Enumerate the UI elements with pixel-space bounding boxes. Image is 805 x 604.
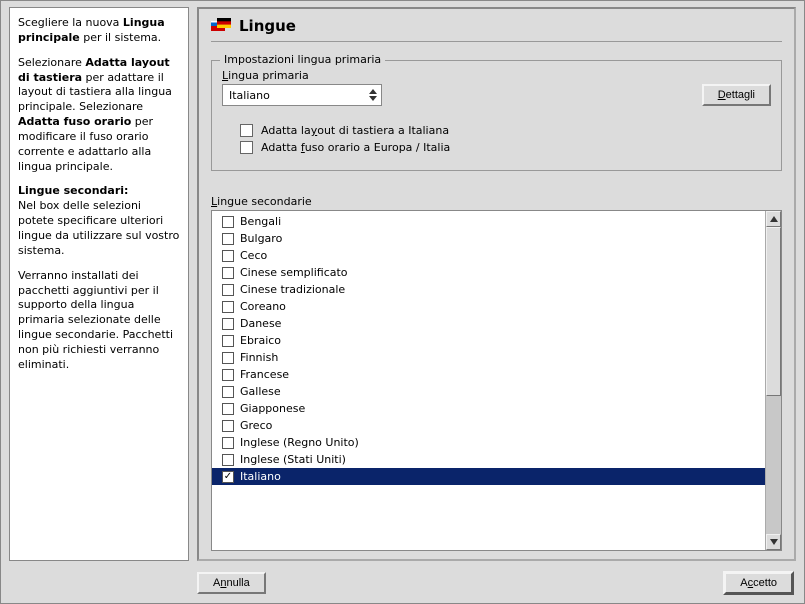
list-item-checkbox[interactable]	[222, 352, 234, 364]
list-item[interactable]: Coreano	[212, 298, 765, 315]
list-item-checkbox[interactable]	[222, 403, 234, 415]
list-item-label: Italiano	[240, 470, 281, 483]
main-area: Scegliere la nuova Lingua principale per…	[9, 7, 796, 561]
list-item-checkbox[interactable]	[222, 386, 234, 398]
list-item[interactable]: Cinese semplificato	[212, 264, 765, 281]
adapt-timezone-label: Adatta fuso orario a Europa / Italia	[261, 141, 450, 154]
list-item-label: Cinese tradizionale	[240, 283, 345, 296]
list-item-label: Inglese (Regno Unito)	[240, 436, 359, 449]
adapt-keyboard-row[interactable]: Adatta layout di tastiera a Italiana	[222, 122, 771, 139]
list-item-checkbox[interactable]	[222, 233, 234, 245]
list-item[interactable]: Ceco	[212, 247, 765, 264]
list-item-checkbox[interactable]	[222, 471, 234, 483]
list-item-checkbox[interactable]	[222, 437, 234, 449]
list-item-checkbox[interactable]	[222, 454, 234, 466]
list-item-checkbox[interactable]	[222, 267, 234, 279]
scroll-down-button[interactable]	[766, 534, 781, 550]
help-text-3: Lingue secondari: Nel box delle selezion…	[18, 184, 180, 258]
adapt-keyboard-checkbox[interactable]	[240, 124, 253, 137]
list-item-label: Bulgaro	[240, 232, 282, 245]
list-item[interactable]: Finnish	[212, 349, 765, 366]
content-panel: Lingue Impostazioni lingua primaria Ling…	[197, 7, 796, 561]
help-text-4: Verranno installati dei pacchetti aggiun…	[18, 269, 180, 373]
list-item[interactable]: Bulgaro	[212, 230, 765, 247]
help-panel: Scegliere la nuova Lingua principale per…	[9, 7, 189, 561]
list-item-label: Danese	[240, 317, 281, 330]
list-item[interactable]: Giapponese	[212, 400, 765, 417]
list-item-label: Ceco	[240, 249, 267, 262]
list-item-checkbox[interactable]	[222, 335, 234, 347]
list-item[interactable]: Bengali	[212, 213, 765, 230]
adapt-timezone-checkbox[interactable]	[240, 141, 253, 154]
primary-language-label: Lingua primaria	[222, 69, 382, 82]
list-item-checkbox[interactable]	[222, 250, 234, 262]
list-item-label: Finnish	[240, 351, 278, 364]
list-item[interactable]: Inglese (Regno Unito)	[212, 434, 765, 451]
details-button[interactable]: Dettagli	[702, 84, 771, 106]
list-item-label: Inglese (Stati Uniti)	[240, 453, 346, 466]
list-item-checkbox[interactable]	[222, 301, 234, 313]
list-item-label: Ebraico	[240, 334, 281, 347]
list-item[interactable]: Greco	[212, 417, 765, 434]
accept-button[interactable]: Accetto	[723, 571, 794, 595]
list-item-checkbox[interactable]	[222, 216, 234, 228]
list-item[interactable]: Danese	[212, 315, 765, 332]
list-item-checkbox[interactable]	[222, 420, 234, 432]
list-item-label: Greco	[240, 419, 272, 432]
list-item[interactable]: Cinese tradizionale	[212, 281, 765, 298]
list-item-label: Cinese semplificato	[240, 266, 348, 279]
page-title: Lingue	[239, 17, 296, 35]
list-item[interactable]: Francese	[212, 366, 765, 383]
spinner-icon	[368, 88, 378, 102]
languages-icon	[211, 18, 231, 34]
scroll-up-button[interactable]	[766, 211, 781, 227]
list-item[interactable]: Ebraico	[212, 332, 765, 349]
list-item[interactable]: Gallese	[212, 383, 765, 400]
primary-language-fieldset: Impostazioni lingua primaria Lingua prim…	[211, 60, 782, 171]
secondary-languages-listbox[interactable]: Bengali Bulgaro Ceco Cinese semplificato Cin…	[211, 210, 782, 551]
header: Lingue	[211, 17, 782, 42]
list-item-checkbox[interactable]	[222, 369, 234, 381]
list-item-label: Gallese	[240, 385, 281, 398]
cancel-button[interactable]: Annulla	[197, 572, 266, 594]
list-item-label: Francese	[240, 368, 289, 381]
button-bar: Annulla Accetto	[9, 561, 796, 597]
list-item[interactable]: Italiano	[212, 468, 765, 485]
primary-language-select[interactable]: Italiano	[222, 84, 382, 106]
help-text-1: Scegliere la nuova Lingua principale per…	[18, 16, 180, 46]
secondary-languages-section: Lingue secondarie Bengali Bulgaro Ceco Cine…	[211, 195, 782, 551]
primary-fieldset-legend: Impostazioni lingua primaria	[220, 53, 385, 66]
list-item[interactable]: Inglese (Stati Uniti)	[212, 451, 765, 468]
list-item-checkbox[interactable]	[222, 284, 234, 296]
list-item-checkbox[interactable]	[222, 318, 234, 330]
help-text-2: Selezionare Adatta layout di tastiera pe…	[18, 56, 180, 175]
list-item-label: Bengali	[240, 215, 281, 228]
adapt-keyboard-label: Adatta layout di tastiera a Italiana	[261, 124, 449, 137]
secondary-languages-label: Lingue secondarie	[211, 195, 782, 208]
scroll-thumb[interactable]	[766, 227, 781, 396]
adapt-timezone-row[interactable]: Adatta fuso orario a Europa / Italia	[222, 139, 771, 156]
scroll-track[interactable]	[766, 227, 781, 534]
primary-language-value: Italiano	[229, 89, 270, 102]
scrollbar[interactable]	[765, 211, 781, 550]
list-item-label: Giapponese	[240, 402, 305, 415]
list-item-label: Coreano	[240, 300, 286, 313]
language-settings-window: Scegliere la nuova Lingua principale per…	[0, 0, 805, 604]
